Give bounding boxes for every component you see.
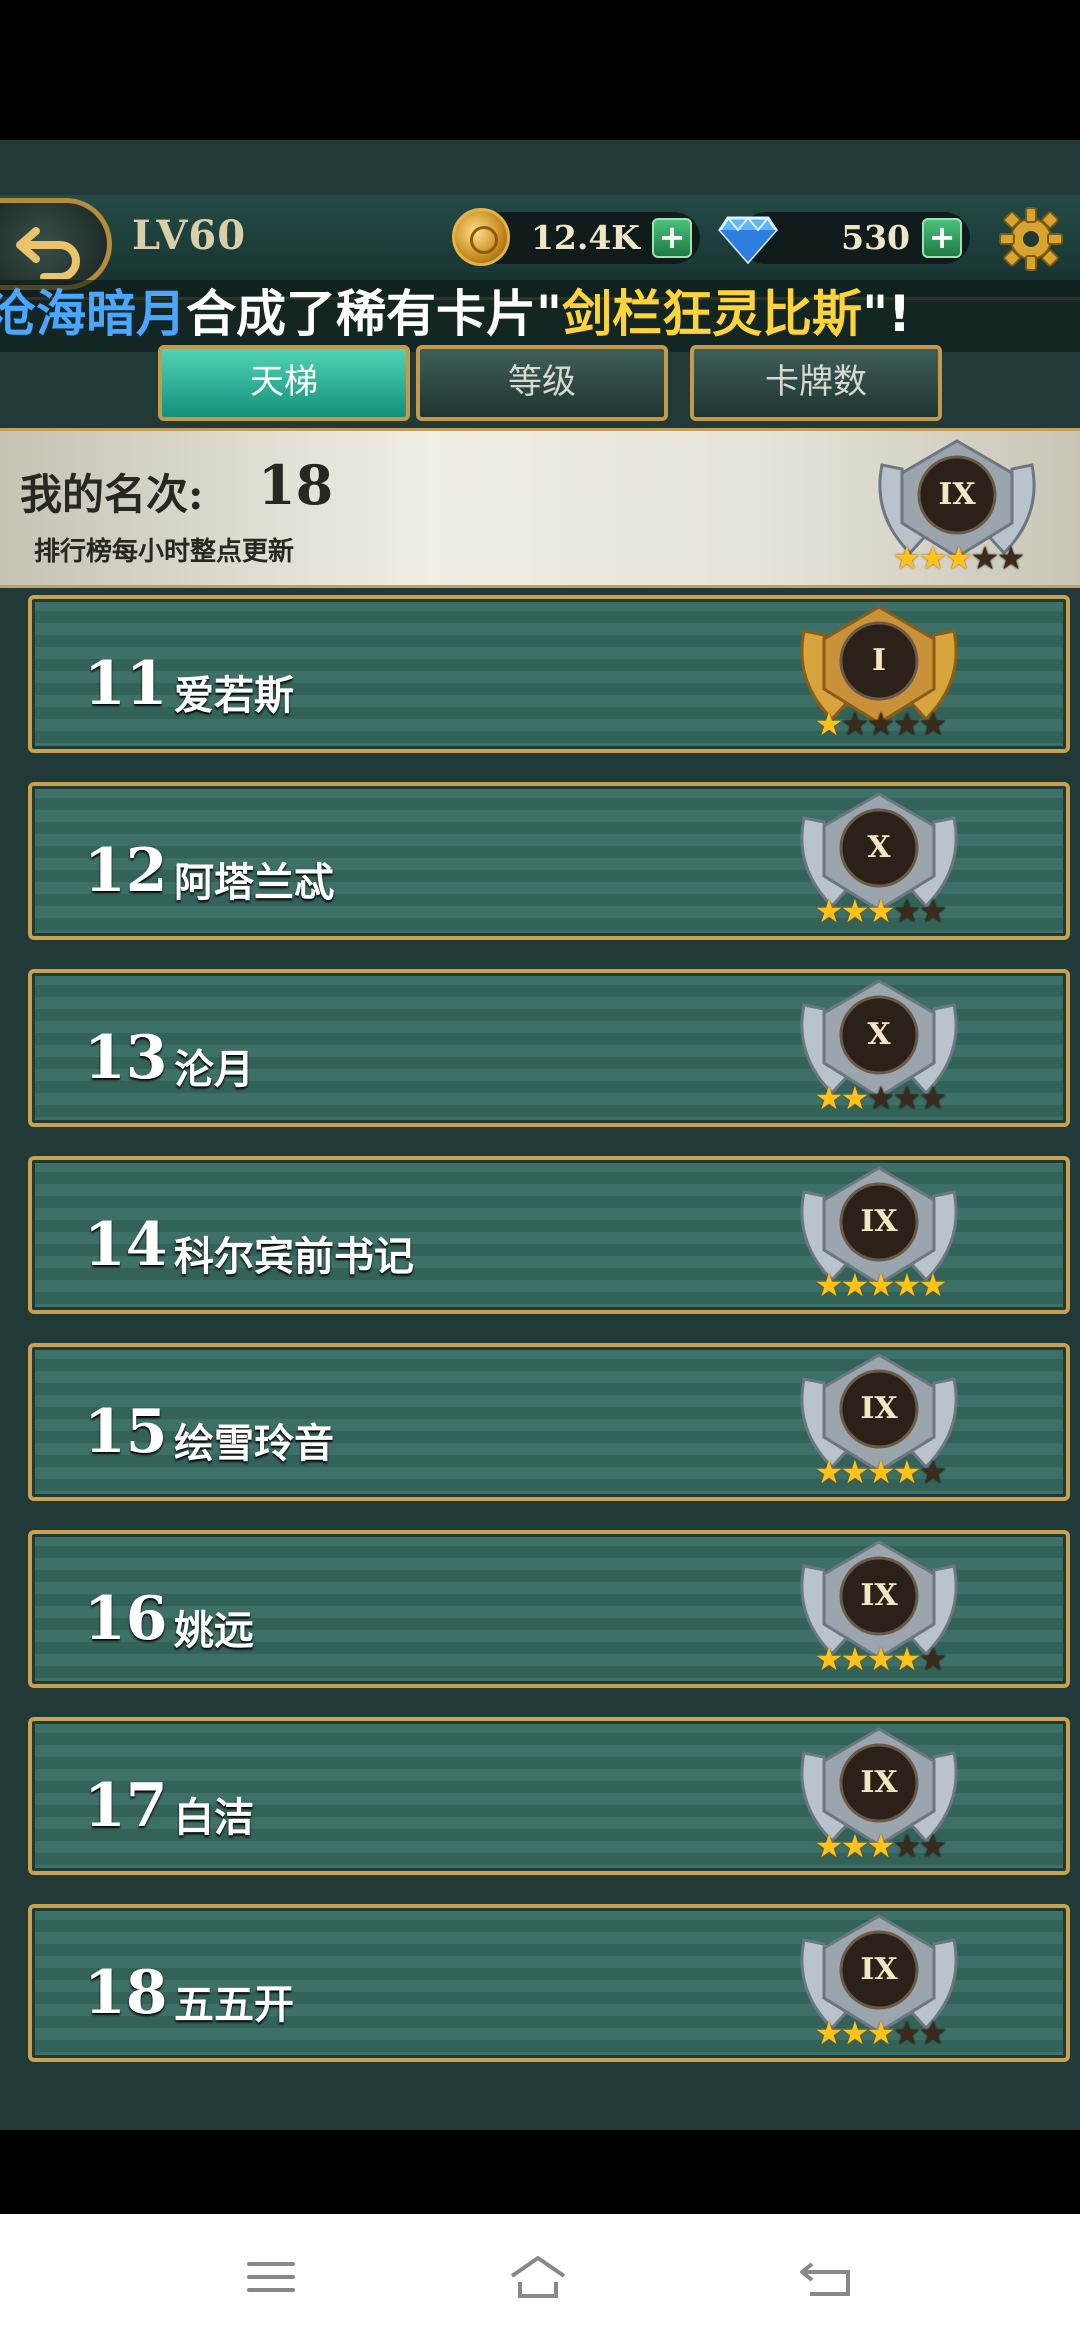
row-player-name: 沦月 — [174, 1047, 254, 1093]
star-rating: ★ ★ ★ ★ ★ — [814, 1269, 948, 1301]
rank-tier-numeral: X — [867, 1017, 891, 1052]
star-rating: ★ ★ ★ ★ ★ — [814, 895, 948, 927]
rank-badge: X ★ ★ ★ ★ ★ — [784, 975, 974, 1125]
my-rank-panel: 我的名次: 18 排行榜每小时整点更新 IX ★ ★ ★ ★ ★ — [0, 428, 1080, 588]
leaderboard-row[interactable]: 18 五五开 IX ★ ★ ★ ★ ★ — [28, 1904, 1070, 2062]
rank-badge: I ★ ★ ★ ★ ★ — [784, 601, 974, 751]
menu-icon[interactable] — [241, 2252, 301, 2302]
star-empty-icon: ★ — [996, 539, 1026, 577]
star-empty-icon: ★ — [918, 2014, 948, 2052]
rank-tier-numeral: X — [867, 830, 891, 865]
row-player-name: 绘雪玲音 — [174, 1421, 334, 1467]
add-gold-button[interactable]: + — [652, 218, 692, 258]
row-rank: 18 — [84, 1958, 168, 2028]
star-empty-icon: ★ — [918, 1640, 948, 1678]
row-rank: 13 — [84, 1023, 168, 1093]
rank-tier-numeral: IX — [860, 1952, 898, 1987]
rank-tier-numeral: IX — [860, 1204, 898, 1239]
player-level: LV60 — [132, 212, 247, 259]
my-rank-label: 我的名次: — [20, 470, 204, 519]
rank-badge: IX ★ ★ ★ ★ ★ — [784, 1536, 974, 1686]
home-icon[interactable] — [508, 2252, 568, 2302]
my-rank-badge: IX ★ ★ ★ ★ ★ — [862, 435, 1052, 585]
rank-badge: X ★ ★ ★ ★ ★ — [784, 788, 974, 938]
row-rank: 16 — [84, 1584, 168, 1654]
ticker-text: 合成了稀有卡片" — [186, 285, 563, 343]
leaderboard-row[interactable]: 16 姚远 IX ★ ★ ★ ★ ★ — [28, 1530, 1070, 1688]
gear-icon[interactable] — [998, 206, 1064, 272]
leaderboard-row[interactable]: 17 白洁 IX ★ ★ ★ ★ ★ — [28, 1717, 1070, 1875]
star-empty-icon: ★ — [918, 1079, 948, 1117]
row-player-name: 科尔宾前书记 — [174, 1234, 414, 1280]
row-rank: 15 — [84, 1397, 168, 1467]
gold-coin-icon — [452, 208, 510, 266]
back-arrow-icon — [16, 227, 80, 279]
star-empty-icon: ★ — [918, 1827, 948, 1865]
diamond-icon — [718, 216, 778, 264]
system-navigation-bar — [0, 2214, 1080, 2340]
my-rank-value: 18 — [258, 453, 334, 517]
leaderboard-screen: LV60 12.4K + 530 + 沧海暗月合成了稀有卡片"剑栏狂灵比斯"! … — [0, 140, 1080, 2130]
rank-tier-numeral: IX — [860, 1765, 898, 1800]
tab-level[interactable]: 等级 — [416, 345, 668, 421]
rank-badge: IX ★ ★ ★ ★ ★ — [784, 1349, 974, 1499]
star-rating: ★ ★ ★ ★ ★ — [814, 1830, 948, 1862]
star-rating: ★ ★ ★ ★ ★ — [892, 542, 1026, 574]
rank-badge: IX ★ ★ ★ ★ ★ — [784, 1162, 974, 1312]
row-player-name: 五五开 — [174, 1982, 294, 2028]
star-rating: ★ ★ ★ ★ ★ — [814, 2017, 948, 2049]
tab-ladder[interactable]: 天梯 — [158, 345, 410, 421]
back-button[interactable] — [0, 198, 112, 290]
rank-badge: IX ★ ★ ★ ★ ★ — [784, 1910, 974, 2060]
tab-bar: 天梯 等级 卡牌数 — [0, 345, 1080, 425]
row-player-name: 爱若斯 — [174, 673, 294, 719]
gem-value: 530 — [841, 218, 910, 257]
gold-value: 12.4K — [530, 218, 640, 257]
update-note: 排行榜每小时整点更新 — [34, 537, 295, 567]
star-rating: ★ ★ ★ ★ ★ — [814, 1643, 948, 1675]
rank-tier-numeral: I — [871, 643, 887, 678]
leaderboard-row[interactable]: 14 科尔宾前书记 IX ★ ★ ★ ★ ★ — [28, 1156, 1070, 1314]
row-player-name: 白洁 — [174, 1795, 254, 1841]
tab-card-count[interactable]: 卡牌数 — [690, 345, 942, 421]
announcement-ticker: 沧海暗月合成了稀有卡片"剑栏狂灵比斯"! — [0, 280, 1080, 352]
star-filled-icon: ★ — [918, 1266, 948, 1304]
star-rating: ★ ★ ★ ★ ★ — [814, 708, 948, 740]
rank-tier-numeral: IX — [860, 1391, 898, 1426]
row-player-name: 姚远 — [174, 1608, 254, 1654]
leaderboard-row[interactable]: 11 爱若斯 I ★ ★ ★ ★ ★ — [28, 595, 1070, 753]
ticker-player-name: 沧海暗月 — [0, 285, 186, 343]
add-gems-button[interactable]: + — [922, 218, 962, 258]
screen: LV60 12.4K + 530 + 沧海暗月合成了稀有卡片"剑栏狂灵比斯"! … — [0, 0, 1080, 2340]
system-back-icon[interactable] — [796, 2252, 856, 2302]
row-rank: 12 — [84, 836, 168, 906]
star-rating: ★ ★ ★ ★ ★ — [814, 1456, 948, 1488]
star-empty-icon: ★ — [918, 705, 948, 743]
leaderboard-row[interactable]: 12 阿塔兰忒 X ★ ★ ★ ★ ★ — [28, 782, 1070, 940]
leaderboard-row[interactable]: 13 沦月 X ★ ★ ★ ★ ★ — [28, 969, 1070, 1127]
row-rank: 17 — [84, 1771, 168, 1841]
leaderboard-row[interactable]: 15 绘雪玲音 IX ★ ★ ★ ★ ★ — [28, 1343, 1070, 1501]
star-rating: ★ ★ ★ ★ ★ — [814, 1082, 948, 1114]
row-rank: 11 — [84, 649, 168, 719]
star-empty-icon: ★ — [918, 892, 948, 930]
rank-badge: IX ★ ★ ★ ★ ★ — [784, 1723, 974, 1873]
ticker-card-name: 剑栏狂灵比斯 — [562, 285, 863, 343]
ticker-end: "! — [862, 285, 911, 343]
row-rank: 14 — [84, 1210, 168, 1280]
rank-tier-numeral: IX — [860, 1578, 898, 1613]
rank-tier-numeral: IX — [938, 477, 976, 512]
row-player-name: 阿塔兰忒 — [174, 860, 334, 906]
star-empty-icon: ★ — [918, 1453, 948, 1491]
